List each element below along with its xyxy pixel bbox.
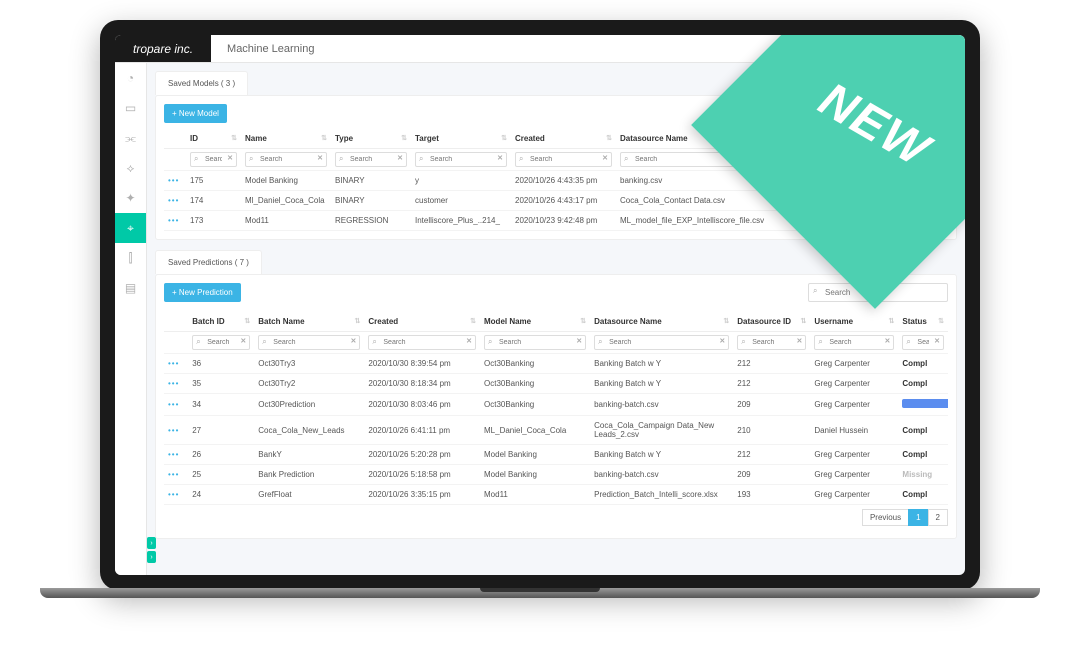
- clear-icon[interactable]: ✕: [602, 154, 608, 162]
- row-actions-icon[interactable]: •••: [168, 400, 179, 409]
- column-search[interactable]: ✕: [594, 335, 729, 350]
- row-actions-icon[interactable]: •••: [168, 196, 179, 205]
- table-row[interactable]: •••24GrefFloat2020/10/26 3:35:15 pmMod11…: [164, 485, 948, 505]
- column-header[interactable]: Status⇅: [898, 312, 948, 332]
- sort-icon[interactable]: ⇅: [800, 317, 806, 325]
- column-search[interactable]: ✕: [484, 335, 586, 350]
- brand-logo: tropare inc.: [115, 35, 211, 62]
- table-row[interactable]: •••34Oct30Prediction2020/10/30 8:03:46 p…: [164, 394, 948, 416]
- row-actions-icon[interactable]: •••: [168, 379, 179, 388]
- clear-icon[interactable]: ✕: [885, 337, 891, 345]
- clear-icon[interactable]: ✕: [497, 154, 503, 162]
- sort-icon[interactable]: ⇅: [580, 317, 586, 325]
- column-header[interactable]: Created⇅: [364, 312, 480, 332]
- column-header[interactable]: Type⇅: [331, 129, 411, 149]
- column-header[interactable]: Batch ID⇅: [188, 312, 254, 332]
- sort-icon[interactable]: ⇅: [244, 317, 250, 325]
- sidebar-item-4[interactable]: ✦: [115, 183, 146, 213]
- tab-saved-models[interactable]: Saved Models ( 3 ): [155, 71, 248, 95]
- sort-icon[interactable]: ⇅: [321, 134, 327, 142]
- column-header[interactable]: ID⇅: [186, 129, 241, 149]
- clear-icon[interactable]: ✕: [466, 337, 472, 345]
- clear-icon[interactable]: ✕: [796, 337, 802, 345]
- clear-icon[interactable]: ✕: [317, 154, 323, 162]
- clear-icon[interactable]: ✕: [240, 337, 246, 345]
- clear-icon[interactable]: ✕: [576, 337, 582, 345]
- pagination-previous[interactable]: Previous: [862, 509, 909, 526]
- row-actions-icon[interactable]: •••: [168, 176, 179, 185]
- column-search[interactable]: ✕: [814, 335, 894, 350]
- row-actions-icon[interactable]: •••: [168, 359, 179, 368]
- column-header[interactable]: Datasource ID⇅: [733, 312, 810, 332]
- sidebar-item-2[interactable]: ⫘: [115, 123, 146, 153]
- screen: tropare inc. Machine Learning ◔▭⫘⟡✦⌖⫿▤ ›…: [115, 35, 965, 575]
- column-search[interactable]: ✕: [415, 152, 507, 167]
- table-row[interactable]: •••27Coca_Cola_New_Leads2020/10/26 6:41:…: [164, 416, 948, 445]
- sidebar-item-6[interactable]: ⫿: [115, 243, 146, 273]
- column-search[interactable]: ✕: [192, 335, 250, 350]
- column-search[interactable]: ✕: [335, 152, 407, 167]
- table-row[interactable]: •••26BankY2020/10/26 5:20:28 pmModel Ban…: [164, 445, 948, 465]
- saved-predictions-section: Saved Predictions ( 7 ) New Prediction B…: [155, 250, 957, 539]
- sidebar-item-7[interactable]: ▤: [115, 273, 146, 303]
- column-header[interactable]: Created⇅: [511, 129, 616, 149]
- column-search[interactable]: ✕: [737, 335, 806, 350]
- sort-icon[interactable]: ⇅: [355, 317, 361, 325]
- tab-saved-predictions[interactable]: Saved Predictions ( 7 ): [155, 250, 262, 274]
- pagination: Previous12: [164, 505, 948, 530]
- table-row[interactable]: •••25Bank Prediction2020/10/26 5:18:58 p…: [164, 465, 948, 485]
- sidebar-item-5[interactable]: ⌖: [115, 213, 146, 243]
- table-row[interactable]: •••36Oct30Try32020/10/30 8:39:54 pmOct30…: [164, 354, 948, 374]
- row-actions-icon[interactable]: •••: [168, 450, 179, 459]
- laptop-frame: tropare inc. Machine Learning ◔▭⫘⟡✦⌖⫿▤ ›…: [100, 20, 980, 590]
- sort-icon[interactable]: ⇅: [501, 134, 507, 142]
- table-row[interactable]: •••35Oct30Try22020/10/30 8:18:34 pmOct30…: [164, 374, 948, 394]
- pagination-page-1[interactable]: 1: [908, 509, 928, 526]
- new-model-button[interactable]: New Model: [164, 104, 227, 123]
- clear-icon[interactable]: ✕: [351, 337, 357, 345]
- clear-icon[interactable]: ✕: [227, 154, 233, 162]
- row-actions-icon[interactable]: •••: [168, 216, 179, 225]
- sort-icon[interactable]: ⇅: [723, 317, 729, 325]
- predictions-table: Batch ID⇅Batch Name⇅Created⇅Model Name⇅D…: [164, 312, 948, 505]
- new-prediction-button[interactable]: New Prediction: [164, 283, 241, 302]
- sort-icon[interactable]: ⇅: [470, 317, 476, 325]
- column-header[interactable]: Batch Name⇅: [254, 312, 364, 332]
- column-search[interactable]: ✕: [190, 152, 237, 167]
- column-header[interactable]: Model Name⇅: [480, 312, 590, 332]
- clear-icon[interactable]: ✕: [719, 337, 725, 345]
- row-actions-icon[interactable]: •••: [168, 490, 179, 499]
- sort-icon[interactable]: ⇅: [606, 134, 612, 142]
- sort-icon[interactable]: ⇅: [231, 134, 237, 142]
- row-actions-icon[interactable]: •••: [168, 426, 179, 435]
- column-search[interactable]: ✕: [515, 152, 612, 167]
- sidebar-item-0[interactable]: ◔: [115, 63, 146, 93]
- column-header[interactable]: Name⇅: [241, 129, 331, 149]
- column-search[interactable]: ✕: [902, 335, 944, 350]
- pagination-page-2[interactable]: 2: [928, 509, 948, 526]
- sidebar-item-1[interactable]: ▭: [115, 93, 146, 123]
- row-actions-icon[interactable]: •••: [168, 470, 179, 479]
- laptop-base: [40, 588, 1040, 598]
- sort-icon[interactable]: ⇅: [889, 317, 895, 325]
- column-search[interactable]: ✕: [368, 335, 476, 350]
- column-header[interactable]: Datasource Name⇅: [590, 312, 733, 332]
- clear-icon[interactable]: ✕: [934, 337, 940, 345]
- sidebar: ◔▭⫘⟡✦⌖⫿▤ ››: [115, 63, 147, 575]
- page-title: Machine Learning: [211, 43, 314, 55]
- sort-icon[interactable]: ⇅: [938, 317, 944, 325]
- column-header[interactable]: Target⇅: [411, 129, 511, 149]
- sidebar-item-3[interactable]: ⟡: [115, 153, 146, 183]
- column-search[interactable]: ✕: [245, 152, 327, 167]
- column-search[interactable]: ✕: [258, 335, 360, 350]
- clear-icon[interactable]: ✕: [397, 154, 403, 162]
- status-progress-bar: [902, 399, 948, 408]
- column-header[interactable]: Username⇅: [810, 312, 898, 332]
- sort-icon[interactable]: ⇅: [401, 134, 407, 142]
